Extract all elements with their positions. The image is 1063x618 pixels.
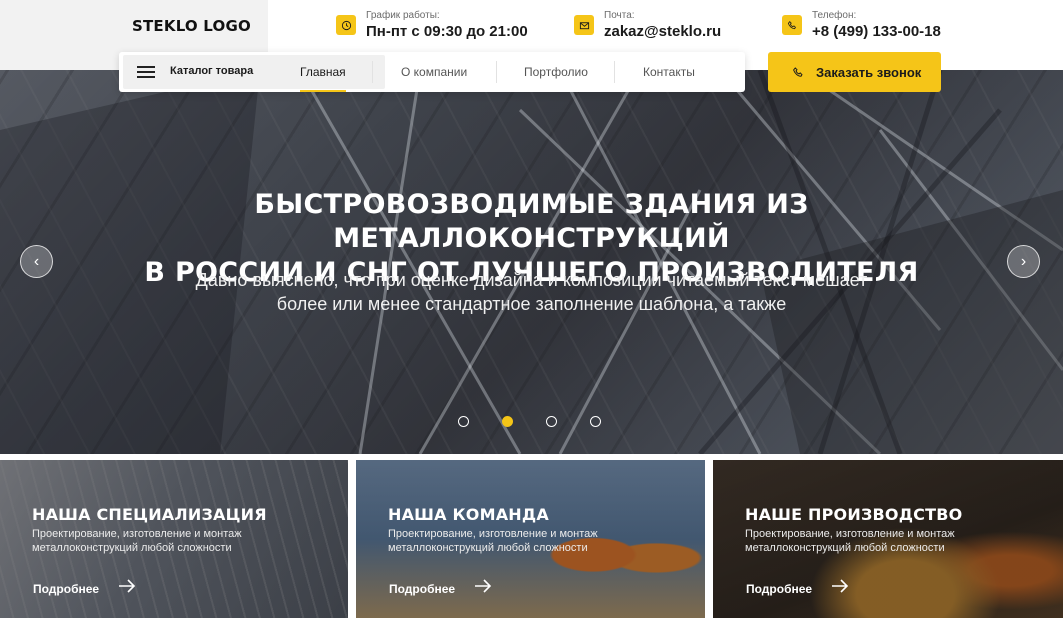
phone-link[interactable]: +8 (499) 133-00-18 [812, 23, 941, 40]
nav-item-portfolio[interactable]: Портфолио [524, 52, 588, 92]
clock-icon [336, 15, 356, 35]
menu-icon [137, 66, 155, 78]
hero-subtitle-line-2: более или менее стандартное заполнение ш… [276, 294, 787, 314]
card-more-link[interactable]: Подробнее [746, 582, 812, 596]
hero-subtitle-line-1: Давно выяснено, что при оценке дизайна и… [195, 270, 868, 290]
request-call-button[interactable]: Заказать звонок [768, 52, 941, 92]
slider-dot-3[interactable] [546, 416, 557, 427]
slider-prev-button[interactable]: ‹ [20, 245, 53, 278]
chevron-left-icon: ‹ [33, 252, 40, 270]
work-hours-label: График работы: [366, 10, 440, 21]
feature-cards: НАША СПЕЦИАЛИЗАЦИЯ Проектирование, изгот… [0, 454, 1063, 618]
card-production[interactable]: НАШЕ ПРОИЗВОДСТВО Проектирование, изгото… [713, 460, 1063, 618]
request-call-label: Заказать звонок [816, 65, 922, 80]
arrow-right-icon[interactable] [118, 578, 136, 594]
nav-item-about[interactable]: О компании [401, 52, 467, 92]
slider-dot-1[interactable] [458, 416, 469, 427]
arrow-right-icon[interactable] [474, 578, 492, 594]
nav-divider [614, 61, 615, 83]
card-text: Проектирование, изготовление и монтаж ме… [745, 528, 955, 554]
nav-divider [496, 61, 497, 83]
card-specialization[interactable]: НАША СПЕЦИАЛИЗАЦИЯ Проектирование, изгот… [0, 460, 348, 618]
hero-slider: БЫСТРОВОЗВОДИМЫЕ ЗДАНИЯ ИЗ МЕТАЛЛОКОНСТР… [0, 70, 1063, 454]
phone-icon [793, 67, 803, 77]
site-logo[interactable]: STEKLO LOGO [132, 17, 251, 35]
catalog-button[interactable]: Каталог товара [123, 55, 385, 89]
card-title: НАША КОМАНДА [388, 505, 549, 524]
card-text: Проектирование, изготовление и монтаж ме… [388, 528, 598, 554]
hero-subtitle: Давно выяснено, что при оценке дизайна и… [150, 268, 913, 316]
nav-item-home[interactable]: Главная [300, 52, 346, 92]
card-title: НАША СПЕЦИАЛИЗАЦИЯ [32, 505, 267, 524]
phone-icon [782, 15, 802, 35]
mail-icon [574, 15, 594, 35]
card-text: Проектирование, изготовление и монтаж ме… [32, 528, 242, 554]
card-more-link[interactable]: Подробнее [33, 582, 99, 596]
card-more-link[interactable]: Подробнее [389, 582, 455, 596]
work-hours-value: Пн-пт с 09:30 до 21:00 [366, 23, 528, 40]
nav-divider [372, 61, 373, 83]
chevron-right-icon: › [1020, 252, 1027, 270]
email-label: Почта: [604, 10, 635, 21]
slider-dot-4[interactable] [590, 416, 601, 427]
main-nav: Каталог товара Главная О компании Портфо… [119, 52, 745, 92]
nav-item-contacts[interactable]: Контакты [643, 52, 695, 92]
catalog-label: Каталог товара [170, 65, 254, 77]
phone-label: Телефон: [812, 10, 857, 21]
hero-title-line-1: БЫСТРОВОЗВОДИМЫЕ ЗДАНИЯ ИЗ МЕТАЛЛОКОНСТР… [254, 189, 809, 254]
arrow-right-icon[interactable] [831, 578, 849, 594]
card-title: НАШЕ ПРОИЗВОДСТВО [745, 505, 963, 524]
slider-dots [458, 416, 608, 428]
slider-dot-2[interactable] [502, 416, 513, 427]
email-link[interactable]: zakaz@steklo.ru [604, 23, 721, 40]
card-team[interactable]: НАША КОМАНДА Проектирование, изготовлени… [356, 460, 705, 618]
slider-next-button[interactable]: › [1007, 245, 1040, 278]
